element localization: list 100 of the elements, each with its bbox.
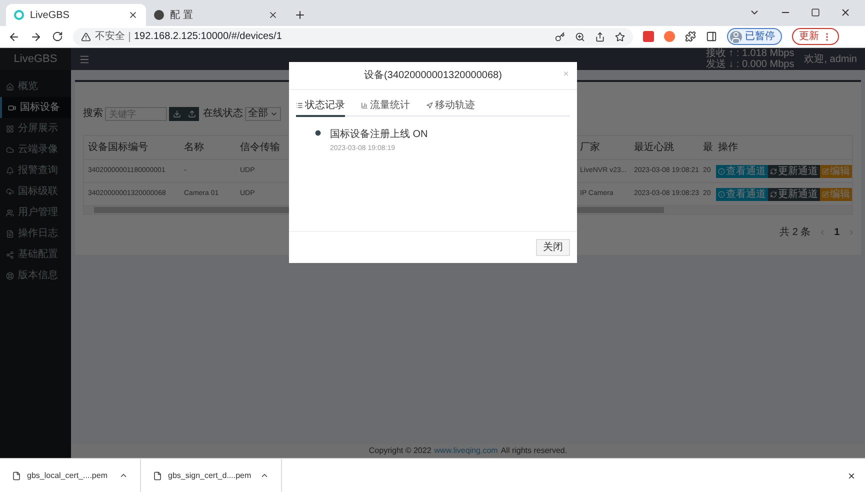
close-dialog-button[interactable]: 关闭 bbox=[536, 239, 570, 256]
status-select[interactable]: 全部 bbox=[245, 106, 281, 120]
navigation-arrow-icon bbox=[426, 102, 433, 109]
address-field[interactable]: 不安全 192.168.2.125:10000/#/devices/1 bbox=[73, 28, 633, 46]
extension-icon[interactable] bbox=[664, 31, 675, 42]
new-tab-icon[interactable] bbox=[294, 9, 306, 21]
welcome-text: 欢迎, admin bbox=[804, 52, 857, 66]
dialog-tab[interactable]: 流量统计 bbox=[361, 98, 410, 117]
file-icon bbox=[12, 470, 21, 480]
event-text: 国标设备注册上线 ON bbox=[330, 128, 428, 142]
update-button[interactable]: 更新 bbox=[792, 28, 839, 45]
column-header: 信令传输 bbox=[240, 142, 280, 153]
upload-icon bbox=[188, 110, 196, 118]
users-icon bbox=[6, 208, 14, 216]
sidebar-item[interactable]: 基础配置 bbox=[0, 244, 71, 265]
puzzle-icon[interactable] bbox=[685, 31, 696, 42]
menu-icon[interactable] bbox=[79, 54, 90, 64]
file-icon bbox=[153, 470, 162, 480]
column-header: 名称 bbox=[184, 142, 204, 153]
list-icon bbox=[296, 102, 303, 109]
app-logo: LiveGBS bbox=[0, 48, 71, 70]
search-label: 搜索 bbox=[83, 106, 103, 121]
sidebar-item[interactable]: 操作日志 bbox=[0, 223, 71, 244]
download-item[interactable]: gbs_local_cert_....pem bbox=[0, 459, 141, 492]
receive-rate: 接收 ↑ : 1.018 Mbps bbox=[706, 48, 794, 59]
close-icon[interactable] bbox=[128, 10, 138, 20]
file-name: gbs_sign_cert_d....pem bbox=[168, 470, 252, 482]
send-rate: 发送 ↓ : 0.000 Mbps bbox=[706, 59, 794, 70]
cloud-icon bbox=[6, 146, 14, 154]
site-link[interactable]: www.liveqing.com bbox=[434, 445, 498, 457]
share-icon[interactable] bbox=[595, 32, 605, 42]
forward-icon[interactable] bbox=[30, 30, 42, 42]
browser-tab[interactable]: 配 置 bbox=[146, 4, 286, 26]
sidebar-item[interactable]: 报警查询 bbox=[0, 160, 71, 181]
close-icon[interactable] bbox=[268, 10, 278, 20]
tab-title: 配 置 bbox=[170, 8, 194, 22]
back-icon[interactable] bbox=[8, 30, 20, 42]
bell-icon bbox=[6, 166, 14, 174]
column-header: 最近心跳 bbox=[634, 142, 674, 153]
url-text: 192.168.2.125:10000/#/devices/1 bbox=[134, 30, 282, 44]
warning-icon bbox=[81, 32, 91, 42]
avatar-icon bbox=[730, 30, 742, 42]
action-button[interactable]: 更新通道 bbox=[768, 164, 820, 178]
close-icon[interactable] bbox=[840, 7, 851, 18]
refresh-icon bbox=[770, 190, 777, 198]
reload-icon[interactable] bbox=[52, 31, 63, 42]
logo-icon bbox=[14, 10, 24, 20]
sidebar-item[interactable]: 用户管理 bbox=[0, 202, 71, 223]
sidebar-item[interactable]: 国标级联 bbox=[0, 181, 71, 202]
zoom-icon[interactable] bbox=[575, 32, 585, 42]
sidebar-item[interactable]: 云端录像 bbox=[0, 139, 71, 160]
dialog-tab[interactable]: 移动轨迹 bbox=[426, 98, 475, 117]
tab-title: LiveGBS bbox=[30, 8, 70, 22]
refresh-icon bbox=[770, 168, 777, 174]
action-button[interactable]: 更新通道 bbox=[768, 188, 820, 200]
column-header: 设备国标编号 bbox=[88, 142, 148, 153]
share-nodes-icon bbox=[6, 250, 14, 258]
download-icon bbox=[172, 110, 180, 118]
download-item[interactable]: gbs_sign_cert_d....pem bbox=[141, 459, 282, 492]
side-panel-icon[interactable] bbox=[706, 31, 717, 42]
caret-icon bbox=[119, 471, 128, 480]
grid-icon bbox=[6, 124, 14, 132]
close-button[interactable]: × bbox=[563, 67, 569, 82]
sidebar-item[interactable]: 国标设备 bbox=[0, 97, 71, 118]
page-button[interactable]: 1 bbox=[834, 225, 840, 240]
copyright-text: Copyright © 2022 bbox=[368, 445, 432, 457]
extension-icon[interactable] bbox=[643, 31, 654, 42]
column-header: 厂家 bbox=[580, 142, 600, 153]
info-icon bbox=[718, 168, 725, 174]
action-button[interactable]: 查看通道 bbox=[716, 164, 768, 178]
column-header: 最 bbox=[703, 142, 713, 153]
browser-tab[interactable]: LiveGBS bbox=[6, 4, 146, 26]
column-header: 操作 bbox=[718, 142, 738, 153]
copyright-text: All rights reserved. bbox=[500, 445, 568, 457]
status-label: 在线状态 bbox=[203, 106, 243, 121]
edit-icon bbox=[822, 168, 829, 174]
maximize-icon[interactable] bbox=[811, 8, 820, 17]
sidebar-item[interactable]: 版本信息 bbox=[0, 265, 71, 286]
document-icon bbox=[6, 230, 14, 238]
close-button[interactable]: × bbox=[848, 466, 855, 484]
star-icon[interactable] bbox=[615, 32, 625, 42]
file-name: gbs_local_cert_....pem bbox=[27, 470, 108, 482]
total-count: 共 2 条 bbox=[780, 226, 811, 240]
caret-icon bbox=[260, 471, 269, 480]
key-icon[interactable] bbox=[555, 32, 565, 42]
cloud-upload-icon bbox=[6, 188, 14, 196]
action-button[interactable]: 查看通道 bbox=[716, 188, 768, 200]
profile-button[interactable]: 已暂停 bbox=[727, 28, 782, 45]
sidebar-item[interactable]: 分屏展示 bbox=[0, 118, 71, 139]
lifebuoy-icon bbox=[6, 272, 14, 280]
home-icon bbox=[6, 82, 14, 90]
timeline-dot bbox=[315, 130, 321, 136]
edit-icon bbox=[822, 190, 829, 198]
info-icon bbox=[718, 190, 725, 198]
video-camera-icon bbox=[8, 104, 16, 112]
dialog-title: 设备(34020000001320000068) bbox=[364, 69, 502, 83]
dialog-tab[interactable]: 状态记录 bbox=[296, 98, 345, 117]
bar-chart-icon bbox=[361, 102, 368, 109]
sidebar-item[interactable]: 概览 bbox=[0, 76, 71, 97]
security-label: 不安全 bbox=[95, 30, 125, 44]
